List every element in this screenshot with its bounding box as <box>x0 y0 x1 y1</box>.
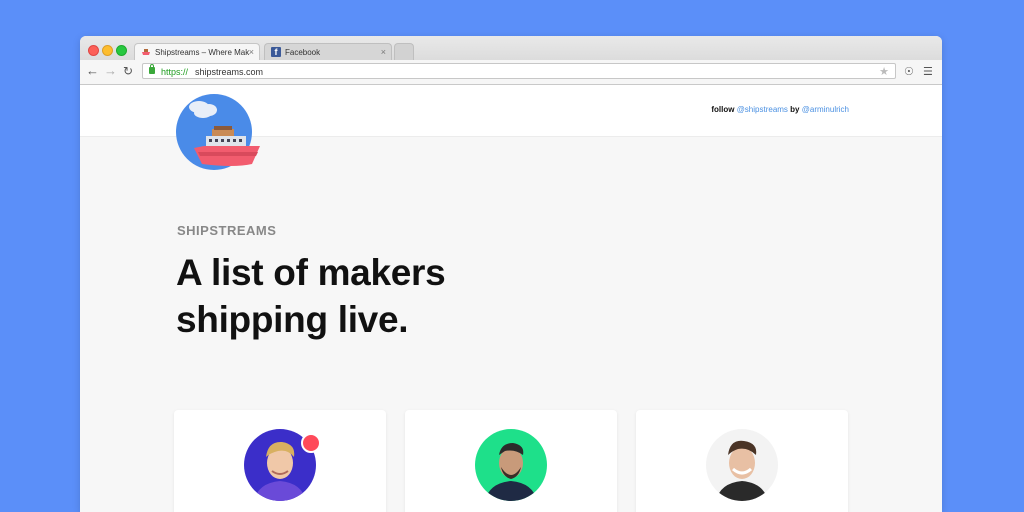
tab-close-icon[interactable]: × <box>249 44 254 60</box>
forward-arrow-icon[interactable]: → <box>104 63 117 79</box>
follow-line: follow @shipstreams by @arminulrich <box>711 105 849 114</box>
avatar <box>706 429 778 501</box>
facebook-favicon-icon: f <box>271 47 281 57</box>
tab-close-icon[interactable]: × <box>381 44 386 60</box>
live-indicator <box>301 433 321 453</box>
maker-card[interactable] <box>636 410 848 512</box>
zoom-window-button[interactable] <box>116 45 127 56</box>
address-bar[interactable]: https:// shipstreams.com ★ <box>142 63 896 79</box>
bookmark-star-icon[interactable]: ★ <box>879 64 889 80</box>
minimize-window-button[interactable] <box>102 45 113 56</box>
author-twitter-link[interactable]: @arminulrich <box>802 105 849 114</box>
url-host: shipstreams.com <box>195 67 264 77</box>
tab-strip: Shipstreams – Where Mak × f Facebook × <box>80 36 942 60</box>
headline-line: shipping live. <box>176 299 409 340</box>
brand-eyebrow: SHIPSTREAMS <box>177 223 277 238</box>
ship-favicon-icon <box>142 49 150 55</box>
close-window-button[interactable] <box>88 45 99 56</box>
hero-headline: A list of makers shipping live. <box>176 249 596 343</box>
tab-title: Facebook <box>285 48 321 57</box>
maker-card[interactable] <box>174 410 386 512</box>
back-arrow-icon[interactable]: ← <box>86 63 99 79</box>
tab-shipstreams[interactable]: Shipstreams – Where Mak × <box>134 43 260 60</box>
by-label: by <box>790 105 800 114</box>
tab-title: Shipstreams – Where Mak <box>155 48 250 57</box>
browser-toolbar: ← → ↻ https:// shipstreams.com ★ ☉ ☰ <box>80 60 942 85</box>
maker-card[interactable] <box>405 410 617 512</box>
follow-label: follow <box>711 105 735 114</box>
shipstreams-twitter-link[interactable]: @shipstreams <box>737 105 788 114</box>
url-scheme: https:// <box>161 67 189 77</box>
headline-line: A list of makers <box>176 252 446 293</box>
ship-logo-icon[interactable] <box>174 94 260 180</box>
lock-icon <box>149 64 155 74</box>
avatar <box>475 429 547 501</box>
extension-icon[interactable]: ☉ <box>904 65 914 79</box>
menu-icon[interactable]: ☰ <box>923 65 933 79</box>
tab-facebook[interactable]: f Facebook × <box>264 43 392 60</box>
reload-icon[interactable]: ↻ <box>123 63 133 79</box>
new-tab-button[interactable] <box>394 43 414 60</box>
page-content: follow @shipstreams by @arminulrich SHIP… <box>80 85 942 512</box>
browser-window: Shipstreams – Where Mak × f Facebook × ←… <box>80 36 942 512</box>
